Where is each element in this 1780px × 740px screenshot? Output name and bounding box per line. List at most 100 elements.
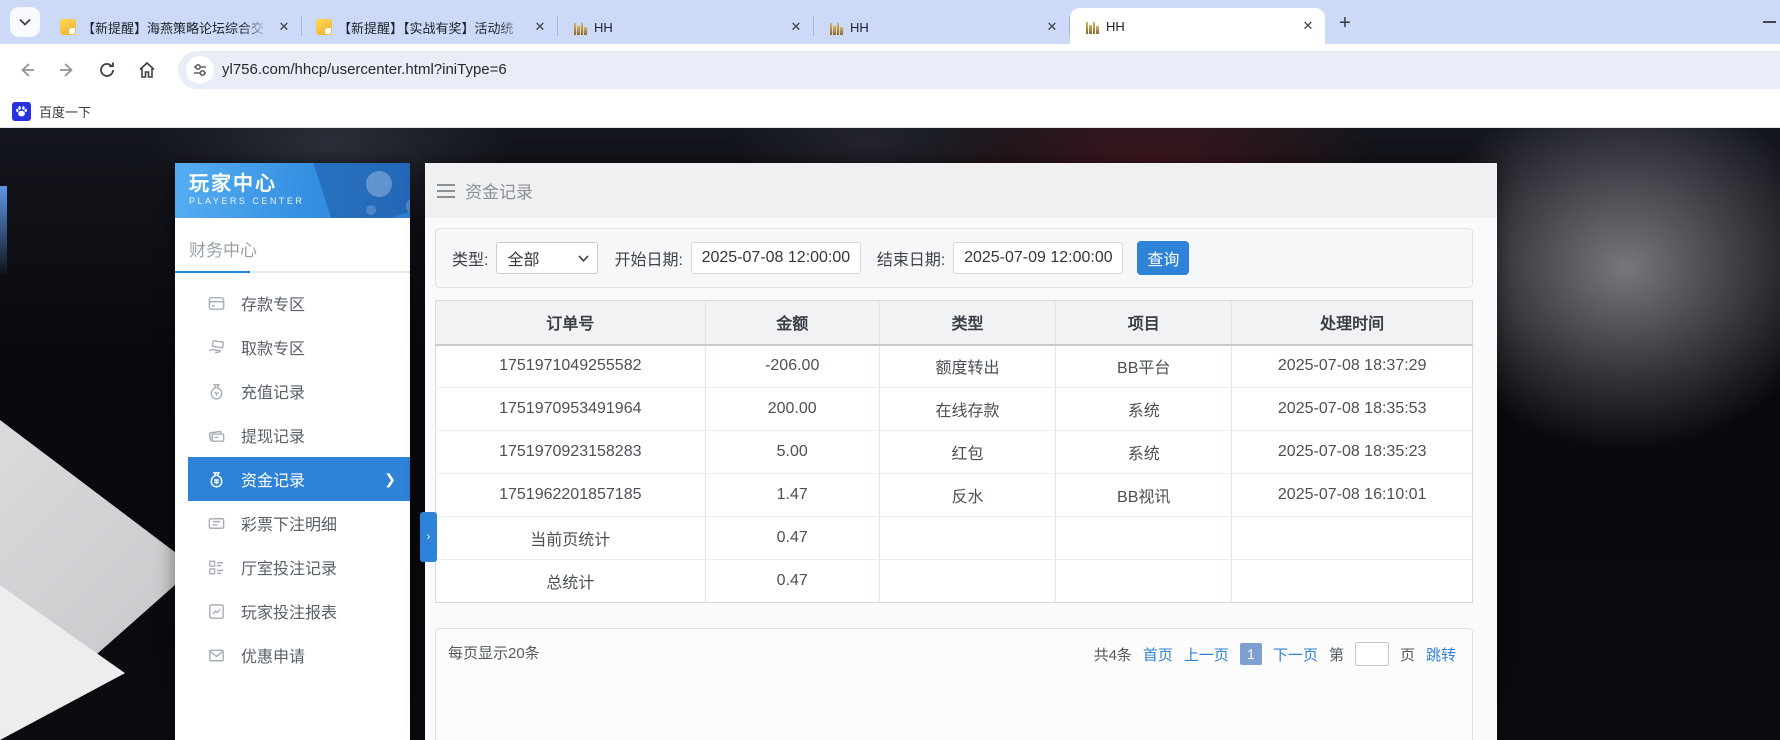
hamburger-icon[interactable] <box>437 184 455 198</box>
tab-title: HH <box>850 20 1037 35</box>
bookmark-label: 百度一下 <box>39 102 91 121</box>
deposit-card-icon <box>207 294 226 313</box>
column-header: 类型 <box>879 301 1055 345</box>
next-page-link[interactable]: 下一页 <box>1273 644 1318 665</box>
site-settings-icon[interactable] <box>186 56 214 84</box>
table-cell: 当前页统计 <box>436 517 706 560</box>
start-date-input[interactable] <box>691 242 861 274</box>
browser-tab[interactable]: 【新提醒】【实战有奖】活动统 ✕ <box>302 10 557 44</box>
page-jump-input[interactable] <box>1355 642 1389 666</box>
sidebar-menu: 存款专区取款专区充值记录提现记录资金记录 ❯ 彩票下注明细厅室投注记录玩家投注报表优… <box>175 281 410 677</box>
moneybag-icon <box>207 382 226 401</box>
table-cell: BB视讯 <box>1056 474 1232 517</box>
table-cell: 2025-07-08 16:10:01 <box>1232 474 1473 517</box>
page-background: 玩家中心 PLAYERS CENTER 财务中心 存款专区取款专区充值记录提现记… <box>0 128 1780 740</box>
type-select[interactable]: 全部 <box>496 242 598 274</box>
sidebar-header: 玩家中心 PLAYERS CENTER <box>175 163 410 218</box>
report-icon <box>207 602 226 621</box>
sidebar-item-wallet[interactable]: 提现记录 <box>175 413 410 457</box>
bookmarks-bar: 百度一下 <box>0 95 1780 128</box>
table-cell: 2025-07-08 18:37:29 <box>1232 345 1473 388</box>
sidebar-item-ticket[interactable]: 彩票下注明细 <box>175 501 410 545</box>
start-date-label: 开始日期: <box>614 246 682 270</box>
table-cell: 2025-07-08 18:35:23 <box>1232 431 1473 474</box>
ticket-icon <box>207 514 226 533</box>
sidebar-item-label: 充值记录 <box>241 379 305 403</box>
column-header: 处理时间 <box>1232 301 1473 345</box>
sidebar-item-label: 资金记录 <box>241 467 305 491</box>
filter-bar: 类型: 全部 开始日期: 结束日期: 查询 <box>435 228 1473 288</box>
tab-close-icon[interactable]: ✕ <box>787 18 805 36</box>
page-title: 资金记录 <box>465 178 533 203</box>
browser-tab[interactable]: HH✕ <box>1070 8 1325 44</box>
column-header: 订单号 <box>436 301 706 345</box>
tab-close-icon[interactable]: ✕ <box>531 18 549 36</box>
background-glow <box>0 186 7 276</box>
search-button[interactable]: 查询 <box>1137 241 1189 275</box>
browser-tab[interactable]: 【新提醒】海燕策略论坛综合交 ✕ <box>46 10 301 44</box>
url-text[interactable]: yl756.com/hhcp/usercenter.html?iniType=6 <box>222 61 507 78</box>
chevron-down-icon <box>19 18 31 26</box>
reload-button[interactable] <box>94 57 120 83</box>
tab-title: 【新提醒】【实战有奖】活动统 <box>338 18 525 37</box>
tab-close-icon[interactable]: ✕ <box>275 18 293 36</box>
new-tab-button[interactable]: + <box>1331 9 1359 37</box>
tab-close-icon[interactable]: ✕ <box>1299 17 1317 35</box>
table-cell: 额度转出 <box>879 345 1055 388</box>
browser-tab[interactable]: HH ✕ <box>558 10 813 44</box>
jump-label-post: 页 <box>1400 644 1415 665</box>
sidebar-item-withdraw-hand[interactable]: 取款专区 <box>175 325 410 369</box>
sidebar-item-label: 彩票下注明细 <box>241 511 337 535</box>
chevron-right-icon: ❯ <box>384 471 396 488</box>
table-header-row: 订单号金额类型项目处理时间 <box>436 301 1473 345</box>
minimize-icon[interactable] <box>1763 21 1776 23</box>
tab-title: 【新提醒】海燕策略论坛综合交 <box>82 18 269 37</box>
pagination-bar: 每页显示20条 共4条 首页 上一页 1 下一页 第 页 跳转 <box>435 628 1473 740</box>
prev-page-link[interactable]: 上一页 <box>1184 644 1229 665</box>
table-cell: 系统 <box>1056 388 1232 431</box>
sidebar-item-label: 提现记录 <box>241 423 305 447</box>
bookmark-baidu[interactable]: 百度一下 <box>12 102 91 121</box>
tab-title: HH <box>594 20 781 35</box>
table-cell <box>1232 517 1473 560</box>
jump-button[interactable]: 跳转 <box>1426 644 1456 665</box>
sidebar-item-room-list[interactable]: 厅室投注记录 <box>175 545 410 589</box>
table-cell: BB平台 <box>1056 345 1232 388</box>
type-select-value: 全部 <box>507 246 539 270</box>
sidebar-item-report[interactable]: 玩家投注报表 <box>175 589 410 633</box>
table-row: 当前页统计0.47 <box>436 517 1473 560</box>
table-cell: 1751970923158283 <box>436 431 706 474</box>
table-cell: 5.00 <box>705 431 879 474</box>
tab-close-icon[interactable]: ✕ <box>1043 18 1061 36</box>
table-cell: 0.47 <box>705 517 879 560</box>
address-bar[interactable]: yl756.com/hhcp/usercenter.html?iniType=6 <box>178 51 1780 89</box>
sidebar-subtitle: PLAYERS CENTER <box>189 196 410 206</box>
sidebar-collapse-handle[interactable]: › <box>420 512 437 562</box>
table-cell: 1751970953491964 <box>436 388 706 431</box>
forward-button[interactable] <box>54 57 80 83</box>
current-page-badge[interactable]: 1 <box>1240 643 1262 665</box>
browser-toolbar: yl756.com/hhcp/usercenter.html?iniType=6 <box>0 44 1780 95</box>
table-row: 17519709231582835.00红包系统2025-07-08 18:35… <box>436 431 1473 474</box>
sidebar-item-deposit-card[interactable]: 存款专区 <box>175 281 410 325</box>
sidebar-item-label: 厅室投注记录 <box>241 555 337 579</box>
promo-icon <box>207 646 226 665</box>
baidu-paw-icon <box>12 102 31 121</box>
tab-search-button[interactable] <box>10 7 40 37</box>
end-date-input[interactable] <box>953 242 1123 274</box>
table-cell <box>879 517 1055 560</box>
funds-record-panel: 资金记录 › 类型: 全部 开始日期: 结束日期: 查询 <box>425 163 1497 740</box>
players-center-sidebar: 玩家中心 PLAYERS CENTER 财务中心 存款专区取款专区充值记录提现记… <box>175 163 410 740</box>
sidebar-item-funds[interactable]: 资金记录 ❯ <box>188 457 410 501</box>
table-cell <box>1056 560 1232 603</box>
sidebar-item-promo[interactable]: 优惠申请 <box>175 633 410 677</box>
sidebar-item-moneybag[interactable]: 充值记录 <box>175 369 410 413</box>
browser-window: 【新提醒】海燕策略论坛综合交✕【新提醒】【实战有奖】活动统✕HH✕HH✕HH✕ … <box>0 0 1780 740</box>
browser-tab[interactable]: HH ✕ <box>814 10 1069 44</box>
first-page-link[interactable]: 首页 <box>1143 644 1173 665</box>
home-button[interactable] <box>134 57 160 83</box>
back-button[interactable] <box>14 57 40 83</box>
page-size-text: 每页显示20条 <box>448 642 540 663</box>
sidebar-item-label: 优惠申请 <box>241 643 305 667</box>
sidebar-item-label: 存款专区 <box>241 291 305 315</box>
